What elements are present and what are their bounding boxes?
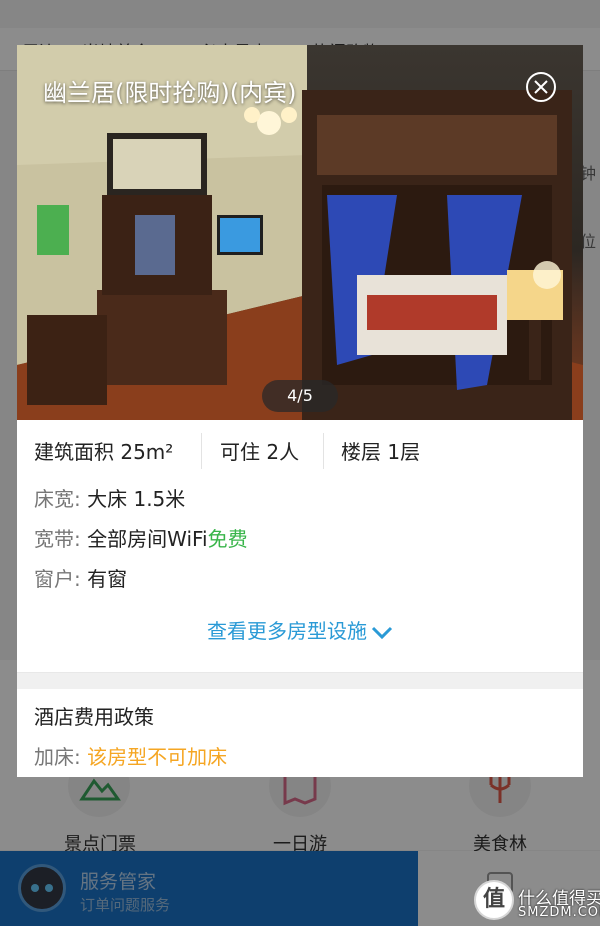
room-photo[interactable]: 幽兰居(限时抢购)(内宾) 4/5 xyxy=(17,45,583,420)
room-title: 幽兰居(限时抢购)(内宾) xyxy=(43,79,297,107)
chevron-down-icon xyxy=(371,626,393,639)
room-detail-modal: 幽兰居(限时抢购)(内宾) 4/5 建筑面积 25m² 可住 2人 楼层 1层 … xyxy=(17,45,583,777)
smzdm-watermark: 值 什么值得买 SMZDM.COM xyxy=(470,878,600,926)
stat-area: 建筑面积 25m² xyxy=(34,440,174,464)
detail-window: 窗户: 有窗 xyxy=(34,567,128,591)
room-stats: 建筑面积 25m² 可住 2人 楼层 1层 xyxy=(17,420,583,480)
more-facilities-link[interactable]: 查看更多房型设施 xyxy=(17,615,583,644)
stat-capacity: 可住 2人 xyxy=(220,440,300,464)
detail-broadband: 宽带: 全部房间WiFi免费 xyxy=(34,527,248,551)
stat-floor: 楼层 1层 xyxy=(341,440,421,464)
extra-bed-policy: 加床: 该房型不可加床 xyxy=(34,745,228,769)
fee-policy-title: 酒店费用政策 xyxy=(34,705,154,729)
divider xyxy=(323,433,324,469)
smzdm-logo-icon: 值 xyxy=(474,880,514,920)
divider xyxy=(201,433,202,469)
close-icon xyxy=(534,80,548,94)
detail-bed-width: 床宽: 大床 1.5米 xyxy=(34,487,186,511)
section-divider xyxy=(17,672,583,689)
watermark-subtext: SMZDM.COM xyxy=(518,905,600,920)
close-button[interactable] xyxy=(526,72,556,102)
more-facilities-label: 查看更多房型设施 xyxy=(207,619,367,643)
free-badge: 免费 xyxy=(207,527,248,551)
photo-counter: 4/5 xyxy=(262,380,338,412)
